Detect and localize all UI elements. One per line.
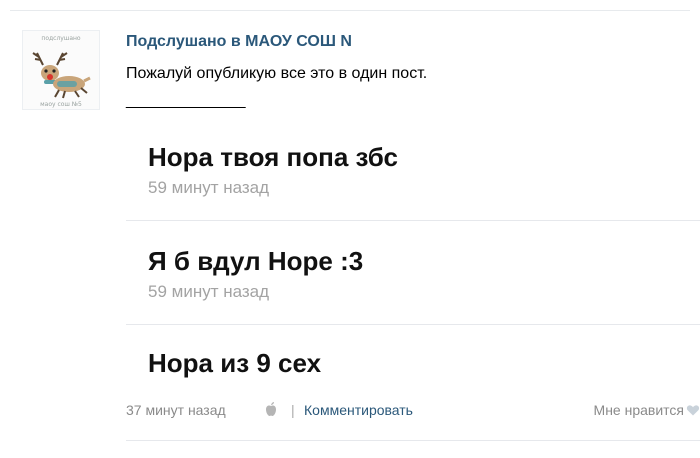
message-item: Нора из 9 сех	[148, 348, 321, 378]
bottom-divider	[126, 440, 700, 441]
reindeer-logo: подслушано маоу сош №5	[32, 35, 91, 108]
footer-separator: |	[291, 402, 295, 418]
message-divider	[126, 324, 700, 325]
message-title: Я б вдул Норе :3	[148, 246, 364, 276]
group-avatar[interactable]: подслушано маоу сош №5	[22, 30, 100, 110]
message-divider	[126, 220, 700, 221]
comment-button[interactable]: Комментировать	[304, 402, 413, 418]
message-item: Нора твоя попа збс 59 минут назад	[148, 142, 398, 198]
message-time: 59 минут назад	[148, 178, 270, 197]
message-title: Нора из 9 сех	[148, 348, 322, 378]
group-name-link[interactable]: Подслушано в МАОУ СОШ N	[126, 33, 352, 51]
avatar-bottom-caption: маоу сош №5	[40, 101, 82, 108]
heart-icon[interactable]	[686, 403, 700, 417]
message-title: Нора твоя попа збс	[148, 142, 398, 172]
like-button[interactable]: Мне нравится	[594, 402, 684, 418]
post-footer: 37 минут назад | Комментировать Мне нрав…	[126, 402, 700, 424]
post-time-link[interactable]: 37 минут назад	[126, 402, 226, 418]
post-text: Пожалуй опубликую все это в один пост.	[126, 65, 428, 82]
message-time: 59 минут назад	[148, 282, 270, 301]
message-item: Я б вдул Норе :3 59 минут назад	[148, 246, 363, 302]
avatar-top-caption: подслушано	[41, 35, 81, 42]
post-separator: _______________	[126, 92, 245, 109]
top-divider	[10, 10, 690, 11]
apple-icon	[266, 402, 276, 416]
